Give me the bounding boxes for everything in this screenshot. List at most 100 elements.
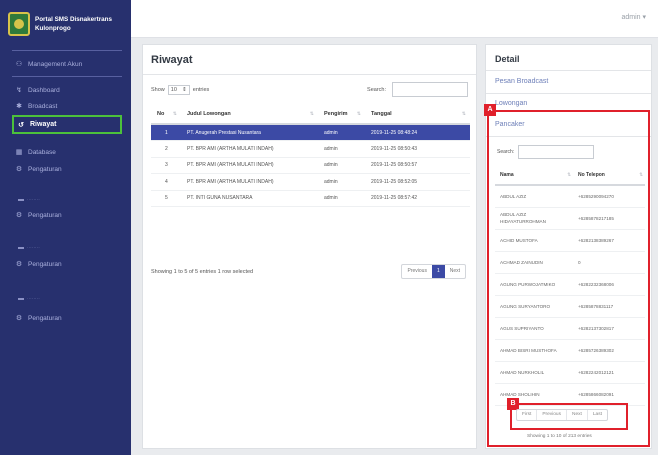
table-row[interactable]: AGUS SUPRIYANTO +6282137302817 [495, 317, 645, 340]
sidebar-item-label: Management Akun [28, 60, 83, 68]
table-row[interactable]: AGUNG PURWOJATMIKO +6282232368006 [495, 273, 645, 296]
sidebar-section-heading: ········ [18, 296, 40, 301]
table-row[interactable]: 3 PT. BPR AMI (ARTHA MULATI INDAH) admin… [151, 157, 470, 174]
last-page-button[interactable]: Last [588, 410, 607, 420]
sidebar-item-label: Pengaturan [28, 314, 62, 322]
table-row[interactable]: 5 PT. INTI GUNA NUSANTARA admin 2019-11-… [151, 190, 470, 207]
pancaker-table: Nama ⇅ No Telepon ⇅ ABDUL AZIZ +62852900942… [495, 165, 645, 406]
sort-icon: ⇅ [172, 111, 177, 117]
gear-icon: ⚙ [15, 261, 23, 268]
topbar: admin ▾ [131, 0, 658, 38]
previous-page-button[interactable]: Previous [402, 265, 431, 278]
current-page-button[interactable]: 1 [431, 265, 445, 278]
sidebar-item-label: Pengaturan [28, 260, 62, 268]
cell-nama: ACHID MUSTOFA [495, 229, 573, 252]
table-row[interactable]: ABDUL AZIZ HIDAYATURROHMAN +6285878217185 [495, 207, 645, 230]
cell-judul: PT. BPR AMI (ARTHA MULATI INDAH) [181, 140, 318, 158]
chart-icon: ↯ [16, 87, 22, 94]
brand[interactable]: Portal SMS Disnakertrans Kulonprogo [8, 8, 126, 40]
detail-search-label: Search: [497, 149, 515, 155]
database-icon: ▦ [15, 149, 23, 156]
cell-telepon: +6285290094270 [573, 185, 645, 208]
sidebar-item-riwayat[interactable]: ↺ Riwayat [12, 115, 122, 134]
cell-telepon: +6285726389302 [573, 339, 645, 362]
column-header-judul[interactable]: Judul Lowongan ⇅ [181, 105, 318, 125]
app-title: Portal SMS Disnakertrans Kulonprogo [35, 16, 112, 32]
sidebar-item-database[interactable]: ▦ Database [14, 145, 122, 159]
sidebar-item-pengaturan-4[interactable]: ⚙ Pengaturan [14, 311, 122, 325]
table-row[interactable]: ACHID MUSTOFA +6282138389267 [495, 229, 645, 252]
gear-icon: ⚙ [15, 315, 23, 322]
sidebar-item-pengaturan-2[interactable]: ⚙ Pengaturan [14, 208, 122, 222]
cell-nama: AGUNG SURYANTORO [495, 295, 573, 318]
detail-search-input[interactable] [518, 145, 595, 159]
cell-telepon: +6282138389267 [573, 229, 645, 252]
cell-nama: AGUNG PURWOJATMIKO [495, 273, 573, 296]
previous-page-button[interactable]: Previous [537, 410, 567, 420]
sidebar: Portal SMS Disnakertrans Kulonprogo ⚇ Ma… [0, 0, 131, 455]
sidebar-section-heading: ········ [18, 197, 40, 202]
cell-tanggal: 2019-11-25 08:52:05 [365, 173, 470, 191]
divider [486, 93, 651, 94]
gear-icon: ⚙ [15, 212, 23, 219]
divider [486, 70, 651, 71]
show-label: Show [151, 87, 165, 93]
entries-select-value: 10 [170, 87, 177, 93]
cell-telepon: +6282242012121 [573, 361, 645, 384]
sidebar-item-pengaturan[interactable]: ⚙ Pengaturan [14, 162, 122, 176]
column-header-tanggal[interactable]: Tanggal ⇅ [365, 105, 470, 125]
next-page-button[interactable]: Next [445, 265, 465, 278]
column-header-pengirim[interactable]: Pengirim ⇅ [318, 105, 365, 125]
link-pesan-broadcast[interactable]: Pesan Broadcast [495, 78, 548, 85]
table-row[interactable]: AHMAD NURKHOLIL +6282242012121 [495, 361, 645, 384]
cell-no: 4 [151, 173, 181, 191]
entries-length-control: Show 10 ⇕ entries [151, 85, 209, 95]
table-row[interactable]: ABDUL AZIZ +6285290094270 [495, 185, 645, 208]
entries-select[interactable]: 10 ⇕ [167, 85, 190, 95]
sidebar-item-label: Pengaturan [28, 165, 62, 173]
cell-no: 2 [151, 140, 181, 158]
search-input[interactable] [392, 82, 468, 97]
search-label: Search: [367, 86, 386, 93]
entries-label: entries [192, 87, 210, 93]
table-row[interactable]: AGUNG SURYANTORO +6285878831117 [495, 295, 645, 318]
next-page-button[interactable]: Next [567, 410, 588, 420]
sidebar-item-dashboard[interactable]: ↯ Dashboard [14, 83, 122, 97]
link-lowongan[interactable]: Lowongan [495, 100, 527, 107]
detail-search-control: Search: [497, 145, 595, 159]
cell-nama: ABDUL AZIZ [495, 185, 573, 208]
table-row[interactable]: 4 PT. BPR AMI (ARTHA MULATI INDAH) admin… [151, 173, 470, 191]
sort-icon: ⇅ [639, 172, 643, 177]
table-info: Showing 1 to 5 of 5 entries 1 row select… [151, 269, 254, 275]
sidebar-item-broadcast[interactable]: ✱ Broadcast [14, 99, 122, 113]
table-header-row: No ⇅ Judul Lowongan ⇅ Pengirim ⇅ Tanggal ⇅ [151, 105, 470, 125]
sidebar-item-label: Pengaturan [28, 211, 62, 219]
column-header-telepon[interactable]: No Telepon ⇅ [573, 165, 645, 186]
search-control: Search: [367, 82, 468, 97]
first-page-button[interactable]: First [517, 410, 538, 420]
cell-tanggal: 2019-11-25 08:50:43 [365, 140, 470, 158]
cell-judul: PT. BPR AMI (ARTHA MULATI INDAH) [181, 157, 318, 174]
sidebar-item-label: Riwayat [30, 121, 57, 128]
history-icon: ↺ [18, 121, 24, 129]
cell-judul: PT. BPR AMI (ARTHA MULATI INDAH) [181, 173, 318, 191]
table-row[interactable]: ACHMAD ZAINUDIN 0 [495, 251, 645, 274]
user-menu[interactable]: admin ▾ [621, 13, 646, 21]
table-row[interactable]: 1 PT. Anugerah Prestasi Nusantara admin … [151, 124, 470, 141]
cell-pengirim: admin [318, 173, 365, 191]
cell-nama: ABDUL AZIZ HIDAYATURROHMAN [495, 207, 573, 230]
table-row[interactable]: AHMAD BISRI MUSTHOFA +6285726389302 [495, 339, 645, 362]
sidebar-item-management-akun[interactable]: ⚇ Management Akun [14, 57, 122, 71]
cell-telepon: +6285878831117 [573, 295, 645, 318]
cell-tanggal: 2019-11-25 08:48:24 [365, 124, 470, 141]
broadcast-icon: ✱ [16, 103, 22, 110]
sidebar-section-heading: ········ [18, 245, 40, 250]
sidebar-item-pengaturan-3[interactable]: ⚙ Pengaturan [14, 257, 122, 271]
cell-pengirim: admin [318, 140, 365, 158]
divider [143, 74, 476, 75]
table-row[interactable]: 2 PT. BPR AMI (ARTHA MULATI INDAH) admin… [151, 140, 470, 158]
riwayat-pagination: Previous 1 Next [401, 264, 466, 279]
sort-icon: ⇅ [356, 111, 361, 117]
column-header-no[interactable]: No ⇅ [151, 105, 181, 125]
column-header-nama[interactable]: Nama ⇅ [495, 165, 573, 186]
